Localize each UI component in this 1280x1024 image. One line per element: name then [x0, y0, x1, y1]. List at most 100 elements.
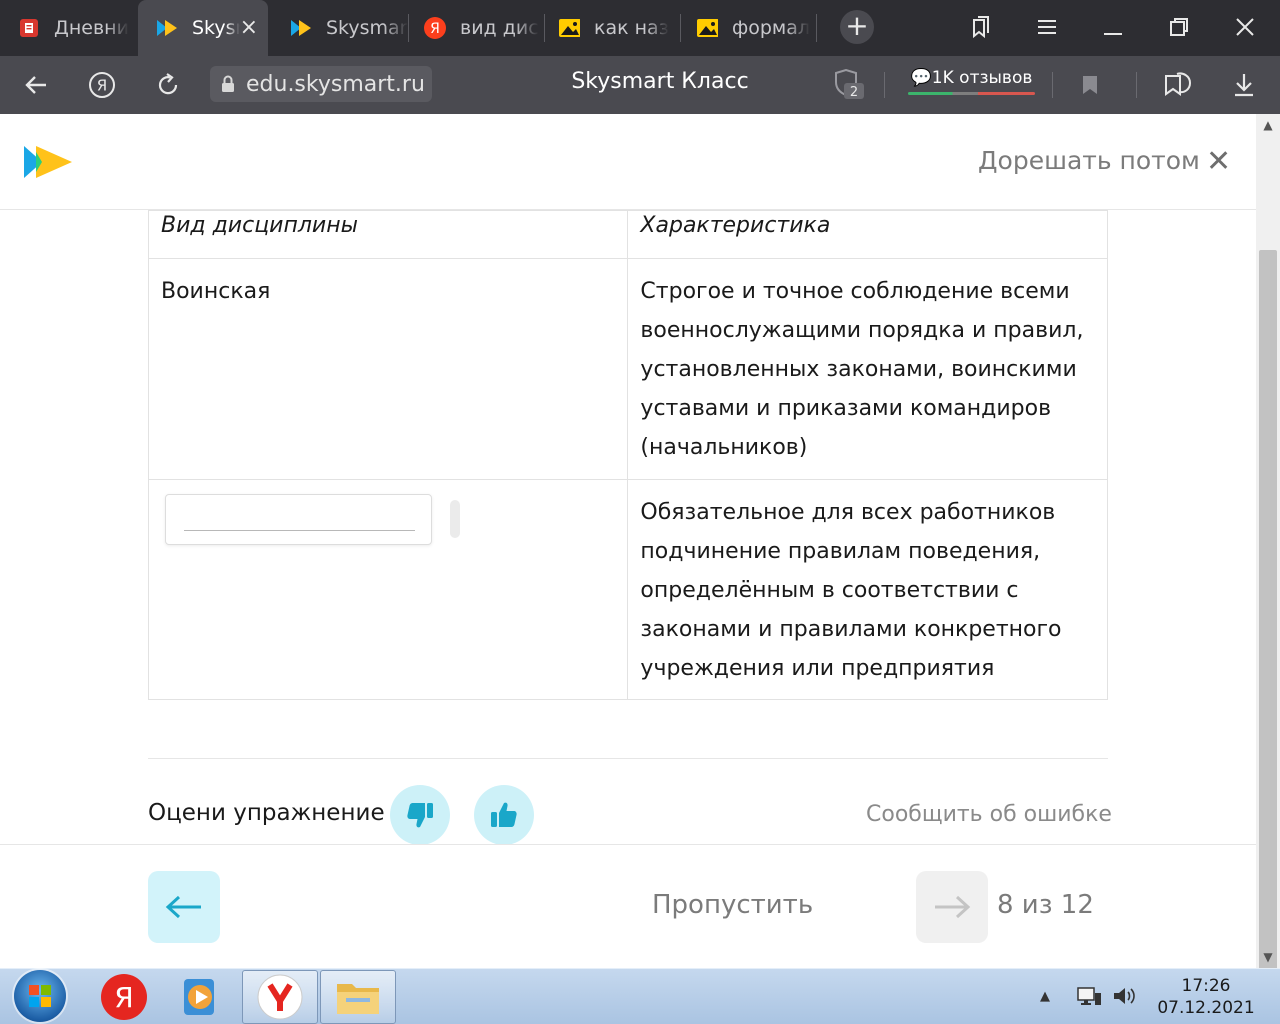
address-url: edu.skysmart.ru — [246, 71, 425, 97]
protect-shield-icon[interactable]: 2 — [832, 69, 868, 101]
yandex-browser-icon — [257, 974, 303, 1020]
tab-label: Skysmar — [326, 17, 408, 39]
tab-diary[interactable]: Дневни — [0, 0, 136, 56]
volume-icon[interactable] — [1112, 985, 1138, 1007]
reload-icon[interactable] — [152, 69, 184, 101]
page-scrollbar[interactable]: ▲ ▼ — [1256, 114, 1280, 1002]
arrow-left-icon — [165, 895, 201, 919]
reviews-label: 1K отзывов — [931, 68, 1033, 88]
svg-text:Я: Я — [97, 77, 107, 95]
arrow-right-icon — [935, 895, 971, 919]
skip-button[interactable]: Пропустить — [652, 890, 813, 920]
solve-later-button[interactable]: Дорешать потом — [978, 146, 1200, 175]
menu-icon[interactable] — [1032, 12, 1062, 42]
tray-expand-icon[interactable]: ▲ — [1040, 989, 1050, 1004]
tab-label: Дневни — [54, 17, 129, 39]
taskbar-explorer-app[interactable] — [320, 970, 396, 1024]
toolbar-separator — [1136, 72, 1137, 98]
thumbs-up-icon — [491, 802, 517, 827]
scroll-up-arrow-icon[interactable]: ▲ — [1256, 118, 1280, 132]
tab-label: формал — [732, 17, 811, 39]
answer-input-field[interactable] — [165, 494, 432, 545]
footer-divider — [0, 844, 1256, 845]
close-window-icon[interactable] — [1230, 12, 1260, 42]
yandex-icon: Я — [101, 974, 147, 1020]
tab-label: как наз — [594, 17, 669, 39]
close-icon[interactable]: ✕ — [1206, 144, 1231, 179]
tab-yandex-search[interactable]: Я вид дис — [410, 0, 544, 56]
back-arrow-icon[interactable] — [20, 69, 52, 101]
lock-icon — [210, 66, 246, 102]
tab-separator — [408, 14, 409, 42]
table-row: Воинская Строгое и точное соблюдение все… — [147, 258, 1108, 480]
comment-icon: 💬 — [910, 68, 932, 88]
browser-tab-bar: Дневни Skysm × Skysmar Я вид дис как наз… — [0, 0, 1280, 56]
report-error-link[interactable]: Сообщить об ошибке — [866, 802, 1112, 827]
media-player-icon — [184, 979, 214, 1015]
table-cell-description: Строгое и точное соблюдение всеми военно… — [627, 258, 1108, 480]
clock-date: 07.12.2021 — [1157, 998, 1255, 1018]
like-button[interactable] — [474, 785, 534, 845]
reviews-button[interactable]: 💬1K отзывов — [908, 68, 1035, 95]
toolbar-separator — [884, 72, 885, 98]
shield-badge-count: 2 — [850, 85, 858, 100]
windows-start-button[interactable] — [14, 970, 66, 1022]
svg-text:Я: Я — [430, 21, 440, 37]
windows-logo-icon — [29, 985, 51, 1007]
svg-text:Я: Я — [114, 981, 133, 1014]
yandex-icon: Я — [424, 17, 446, 39]
yandex-home-icon[interactable]: Я — [86, 69, 118, 101]
discipline-table: Вид дисциплины Характеристика Воинская С… — [147, 210, 1108, 700]
tab-separator — [680, 14, 681, 42]
table-cell-description: Обязательное для всех работников подчине… — [627, 479, 1108, 700]
tab-label: вид дис — [460, 17, 539, 39]
tab-image-search[interactable]: как наз — [546, 0, 680, 56]
download-icon[interactable] — [1228, 69, 1260, 101]
bookmark-icon[interactable] — [1074, 69, 1106, 101]
clock-time: 17:26 — [1181, 976, 1231, 996]
question-counter: 8 из 12 — [997, 890, 1094, 920]
tab-image-search-2[interactable]: формал — [682, 0, 816, 56]
skysmart-icon — [290, 17, 312, 39]
reviews-rating-bar — [908, 92, 1035, 95]
previous-button[interactable] — [148, 871, 220, 943]
rate-exercise-label: Оцени упражнение — [148, 800, 385, 826]
minimize-icon[interactable] — [1098, 12, 1128, 42]
new-tab-button[interactable]: + — [840, 10, 874, 44]
tab-skysmart[interactable]: Skysmar — [272, 0, 408, 56]
browser-toolbar: Я edu.skysmart.ru Skysmart Класс 2 💬1K о… — [0, 56, 1280, 114]
table-header-row: Вид дисциплины Характеристика — [147, 210, 1108, 259]
taskbar-yandex-browser-app[interactable] — [242, 970, 318, 1024]
bookmarks-panel-icon[interactable] — [966, 12, 996, 42]
drag-handle[interactable] — [450, 500, 460, 538]
table-cell-type: Воинская — [147, 258, 629, 480]
toolbar-separator — [1052, 72, 1053, 98]
folder-icon — [337, 984, 379, 1014]
address-bar[interactable]: edu.skysmart.ru — [210, 66, 432, 102]
network-icon[interactable] — [1076, 985, 1102, 1007]
system-clock[interactable]: 17:26 07.12.2021 — [1150, 975, 1262, 1019]
taskbar-media-player-app[interactable] — [162, 970, 238, 1024]
table-header-description: Характеристика — [627, 210, 1108, 259]
diary-icon — [18, 17, 40, 39]
dislike-button[interactable] — [390, 785, 450, 845]
taskbar-yandex-app[interactable]: Я — [86, 970, 162, 1024]
scrollbar-thumb[interactable] — [1259, 250, 1277, 1002]
answer-input-underline — [184, 530, 415, 531]
scroll-down-arrow-icon[interactable]: ▼ — [1256, 950, 1280, 964]
skysmart-icon — [156, 17, 178, 39]
restore-icon[interactable] — [1164, 12, 1194, 42]
page-title: Skysmart Класс — [571, 69, 749, 94]
tab-skysmart-active[interactable]: Skysm × — [138, 0, 268, 56]
image-icon — [558, 17, 580, 39]
thumbs-down-icon — [407, 803, 433, 828]
next-button[interactable] — [916, 871, 988, 943]
close-tab-icon[interactable]: × — [240, 15, 258, 40]
table-header-type: Вид дисциплины — [147, 210, 629, 259]
tab-separator — [544, 14, 545, 42]
tab-label: Skysm — [192, 17, 240, 39]
collections-icon[interactable] — [1162, 69, 1194, 101]
skysmart-logo-icon[interactable] — [22, 144, 74, 184]
tab-separator — [816, 14, 817, 42]
image-icon — [696, 17, 718, 39]
